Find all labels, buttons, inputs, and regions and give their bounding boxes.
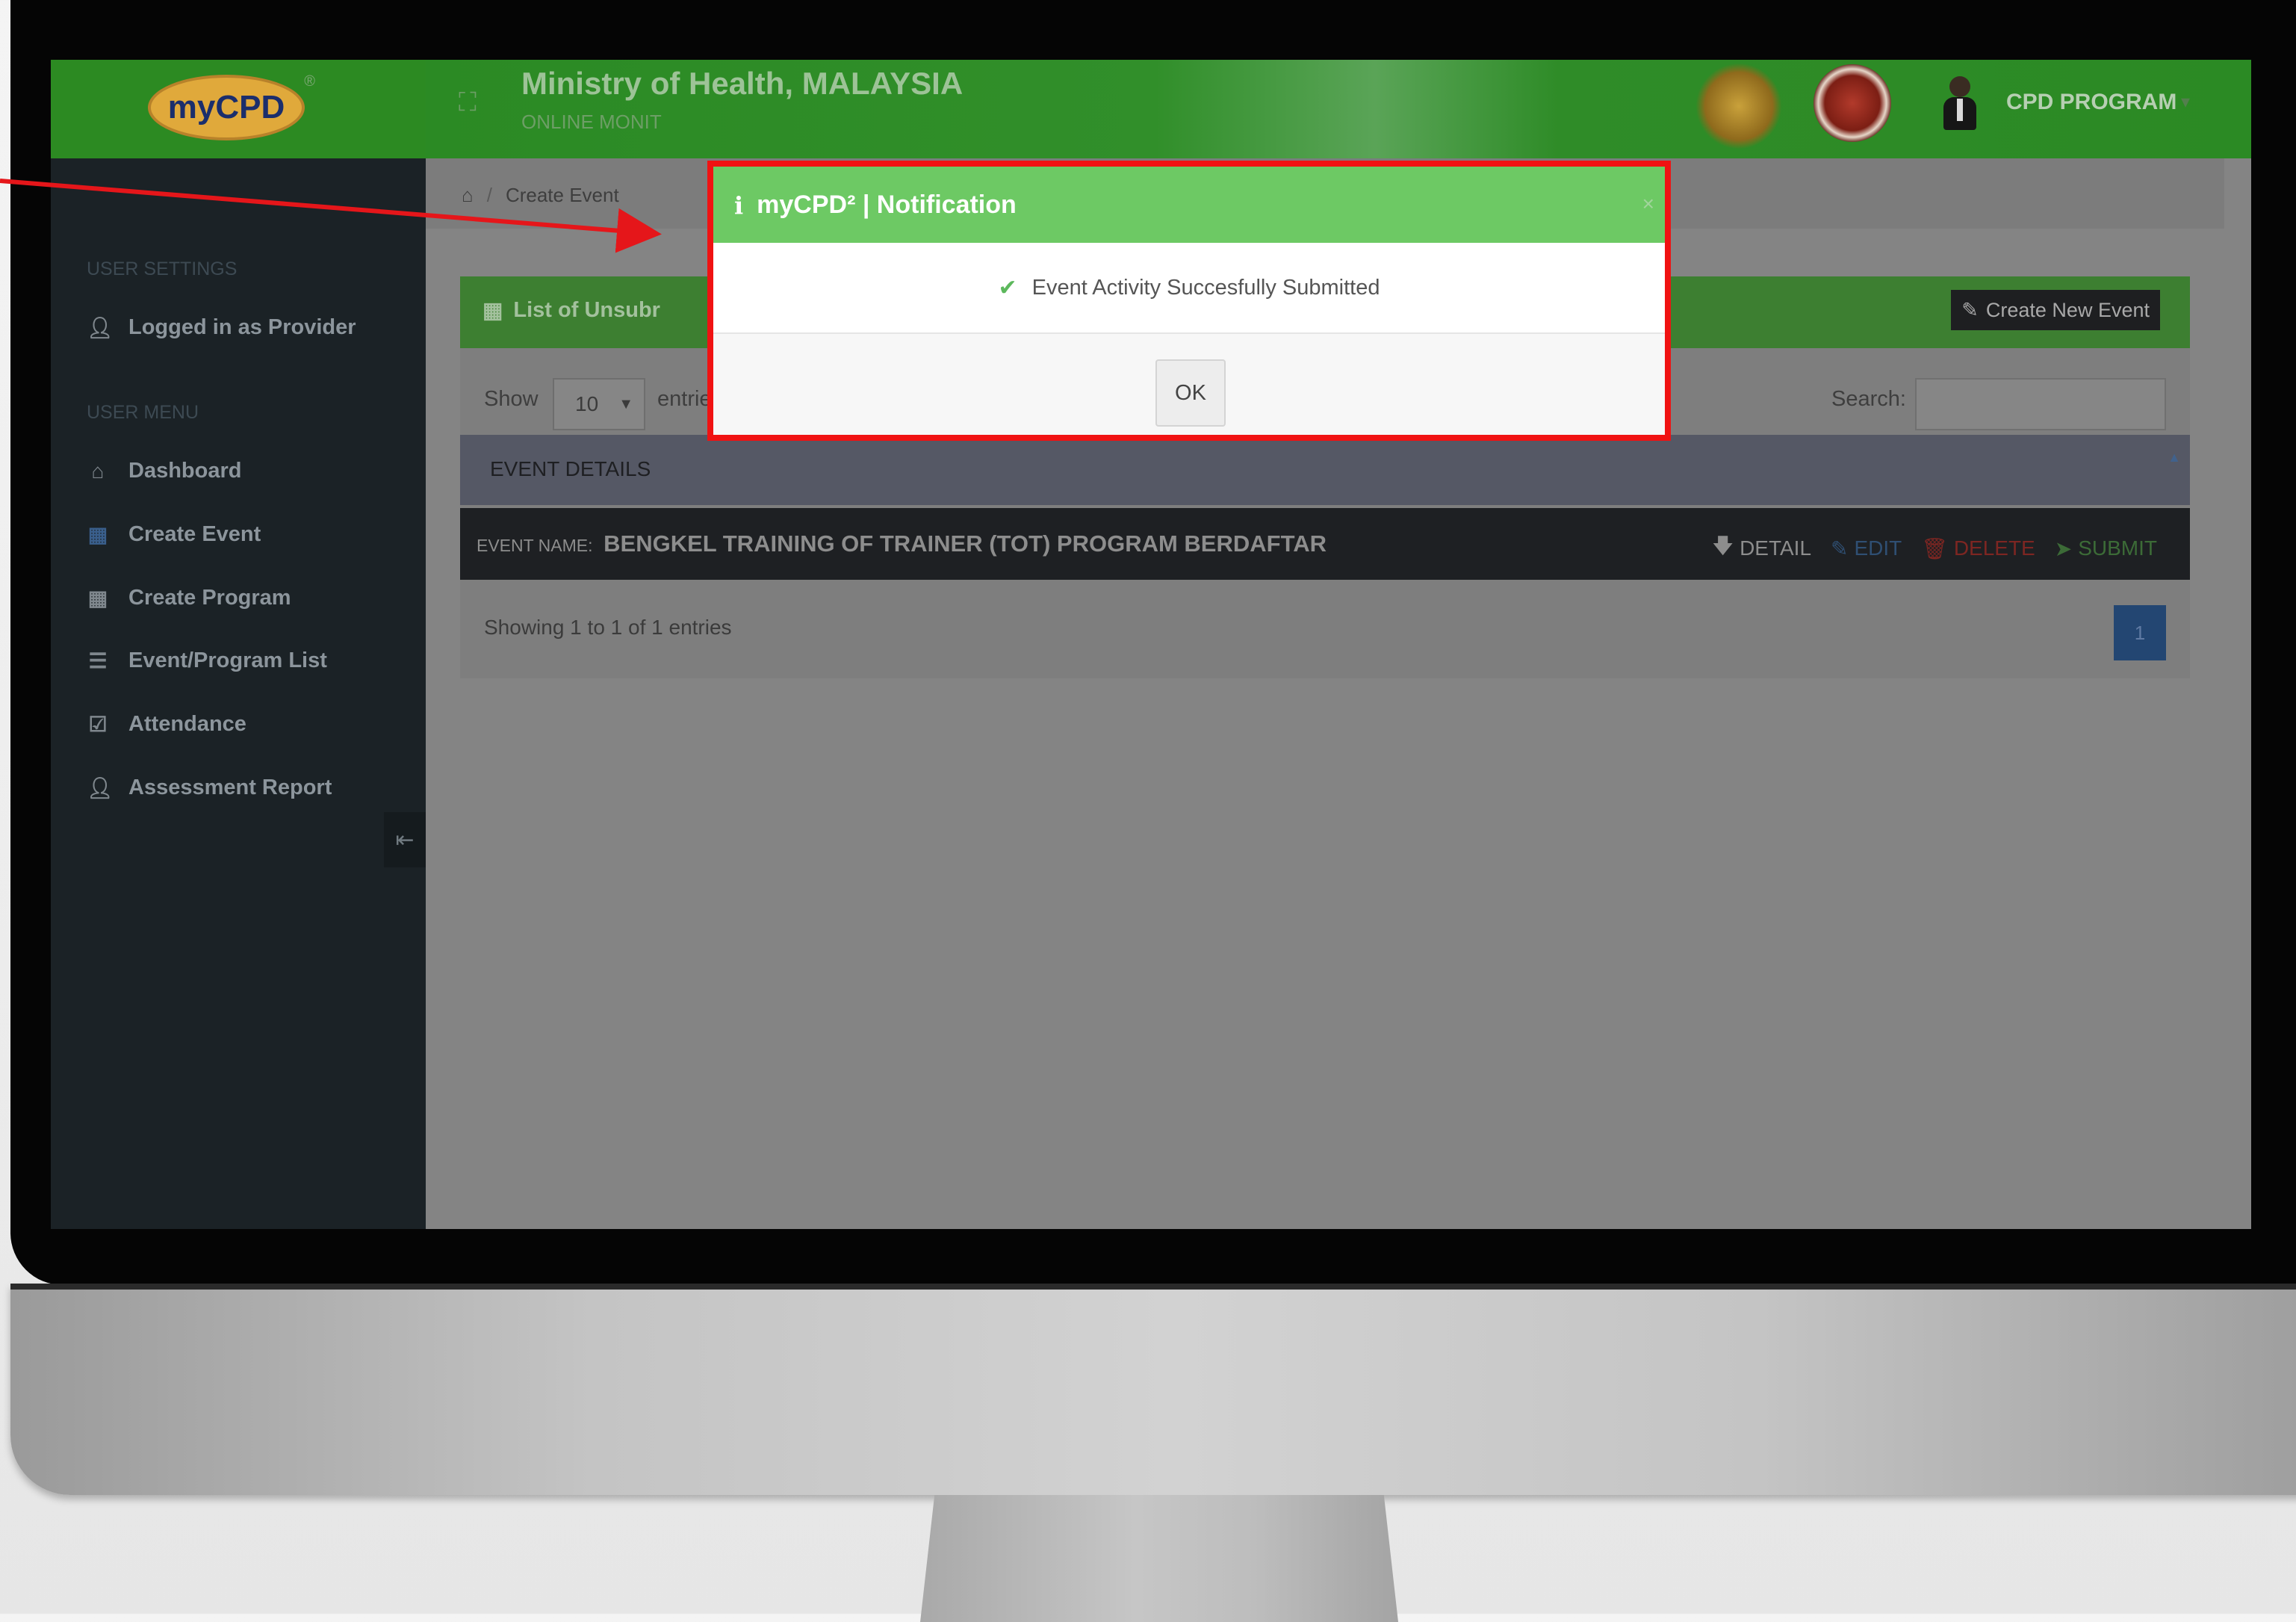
- malaysia-crest-icon: [1695, 63, 1782, 149]
- row-actions: 🡇 DETAIL ✎ EDIT 🗑︎ DELETE ➤ SUBMIT: [1712, 530, 2157, 566]
- table-row: EVENT NAME: BENGKEL TRAINING OF TRAINER …: [460, 508, 2190, 580]
- modal-header: i myCPD² | Notification ×: [713, 167, 1665, 243]
- sidebar-item-attendance[interactable]: ☑ Attendance: [87, 712, 246, 737]
- list-icon: ☰: [88, 649, 108, 672]
- check-icon: ✔: [998, 275, 1017, 300]
- modal-footer: OK: [713, 334, 1665, 435]
- modal-message-text: Event Activity Succesfully Submitted: [1031, 275, 1380, 300]
- logo-area: myCPD ®: [51, 60, 426, 158]
- pagination-page-1[interactable]: 1: [2114, 605, 2166, 660]
- modal-title: i myCPD² | Notification: [734, 191, 1017, 220]
- sidebar-item-label: Attendance: [128, 712, 246, 736]
- panel-title-text: List of Unsubr: [513, 298, 660, 322]
- create-new-event-button[interactable]: ✎ Create New Event: [1951, 290, 2160, 330]
- mycpd-logo[interactable]: myCPD ®: [148, 73, 315, 140]
- registered-mark: ®: [304, 73, 315, 90]
- monitor-stand: [920, 1495, 1398, 1622]
- user-menu-label[interactable]: CPD PROGRAM: [2006, 90, 2176, 115]
- panel-title: ▦ List of Unsubr: [483, 297, 660, 324]
- search-input[interactable]: [1915, 378, 2166, 430]
- create-new-event-label: Create New Event: [1985, 298, 2150, 321]
- user-avatar-icon[interactable]: [1943, 76, 1976, 134]
- calendar-icon: ▦: [483, 299, 503, 323]
- modal-body: ✔ Event Activity Succesfully Submitted: [713, 243, 1665, 334]
- calendar-icon: ▦: [87, 586, 108, 610]
- modal-message: ✔ Event Activity Succesfully Submitted: [999, 275, 1380, 301]
- calendar-icon: ▦: [87, 523, 108, 546]
- trash-icon: 🗑︎: [1921, 536, 1948, 560]
- header-title: Ministry of Health, MALAYSIA: [521, 66, 964, 101]
- modal-title-text: myCPD² | Notification: [757, 191, 1017, 219]
- edit-icon: ✎: [1831, 536, 1849, 560]
- search-label: Search:: [1831, 387, 1906, 411]
- sidebar-item-label: Dashboard: [128, 459, 242, 483]
- user-menu-label: USER MENU: [87, 402, 199, 423]
- send-icon: ➤: [2054, 536, 2073, 560]
- detail-label: DETAIL: [1740, 536, 1812, 560]
- arrow-down-icon: 🡇: [1712, 534, 1734, 557]
- length-value: 10: [575, 392, 599, 415]
- expand-icon[interactable]: ⛶: [459, 88, 488, 118]
- breadcrumb-current[interactable]: Create Event: [506, 184, 619, 207]
- sidebar-item-dashboard[interactable]: ⌂ Dashboard: [87, 459, 242, 483]
- user-icon: 👤︎: [87, 316, 114, 339]
- event-name-cell: EVENT NAME: BENGKEL TRAINING OF TRAINER …: [477, 530, 1327, 557]
- event-name-value: BENGKEL TRAINING OF TRAINER (TOT) PROGRA…: [604, 530, 1327, 557]
- table-header[interactable]: EVENT DETAILS ▲: [460, 435, 2190, 505]
- submit-label: SUBMIT: [2078, 536, 2157, 560]
- header-subtitle: ONLINE MONIT: [521, 111, 662, 133]
- entries-length-select[interactable]: 10 ▼: [553, 378, 645, 430]
- moh-seal-icon: [1813, 64, 1891, 142]
- info-icon: i: [734, 191, 744, 220]
- pencil-icon: ✎: [1961, 298, 1979, 321]
- detail-link[interactable]: 🡇 DETAIL: [1712, 530, 1811, 566]
- sidebar-item-label: Create Program: [128, 586, 291, 610]
- logged-in-label: Logged in as Provider: [128, 315, 356, 339]
- sidebar-item-assessment-report[interactable]: 👤︎ Assessment Report: [87, 776, 332, 800]
- sidebar-item-create-event[interactable]: ▦ Create Event: [87, 522, 261, 547]
- edit-label: EDIT: [1854, 536, 1902, 560]
- sidebar: USER SETTINGS 👤︎ Logged in as Provider U…: [51, 158, 426, 1229]
- delete-label: DELETE: [1953, 536, 2035, 560]
- table-info: Showing 1 to 1 of 1 entries: [484, 616, 732, 639]
- column-header-event-details: EVENT DETAILS: [490, 457, 651, 480]
- checkbox-icon: ☑: [88, 713, 108, 736]
- user-icon: 👤︎: [87, 776, 114, 799]
- top-header: ⛶ Ministry of Health, MALAYSIA ONLINE MO…: [426, 60, 2251, 158]
- sidebar-item-label: Event/Program List: [128, 649, 327, 672]
- user-settings-label: USER SETTINGS: [87, 259, 238, 279]
- submit-link[interactable]: ➤ SUBMIT: [2055, 530, 2157, 566]
- event-name-label: EVENT NAME:: [477, 536, 593, 555]
- delete-link[interactable]: 🗑︎ DELETE: [1921, 530, 2035, 566]
- sidebar-item-event-program-list[interactable]: ☰ Event/Program List: [87, 649, 327, 673]
- sort-asc-icon[interactable]: ▲: [2168, 450, 2181, 465]
- screen: myCPD ® ⛶ Ministry of Health, MALAYSIA O…: [51, 60, 2251, 1229]
- home-icon: ⌂: [91, 459, 105, 483]
- edit-link[interactable]: ✎ EDIT: [1831, 530, 1902, 566]
- caret-down-icon: ▼: [618, 395, 633, 412]
- ok-button[interactable]: OK: [1155, 359, 1226, 427]
- sidebar-item-label: Create Event: [128, 522, 261, 546]
- home-icon[interactable]: ⌂: [462, 184, 474, 207]
- monitor-chin: [10, 1284, 2296, 1495]
- close-icon[interactable]: ×: [1642, 192, 1654, 216]
- notification-modal: i myCPD² | Notification × ✔ Event Activi…: [707, 161, 1671, 441]
- chevron-down-icon[interactable]: ▾: [2181, 91, 2190, 113]
- logo-text: myCPD: [167, 89, 285, 126]
- logged-in-item[interactable]: 👤︎ Logged in as Provider: [87, 315, 356, 340]
- breadcrumb-separator: /: [486, 184, 492, 206]
- sidebar-collapse-icon[interactable]: ⇤: [384, 812, 426, 867]
- show-label: Show: [484, 387, 539, 411]
- breadcrumb: ⌂ / Create Event: [462, 184, 619, 207]
- sidebar-item-label: Assessment Report: [128, 776, 332, 799]
- sidebar-item-create-program[interactable]: ▦ Create Program: [87, 586, 291, 610]
